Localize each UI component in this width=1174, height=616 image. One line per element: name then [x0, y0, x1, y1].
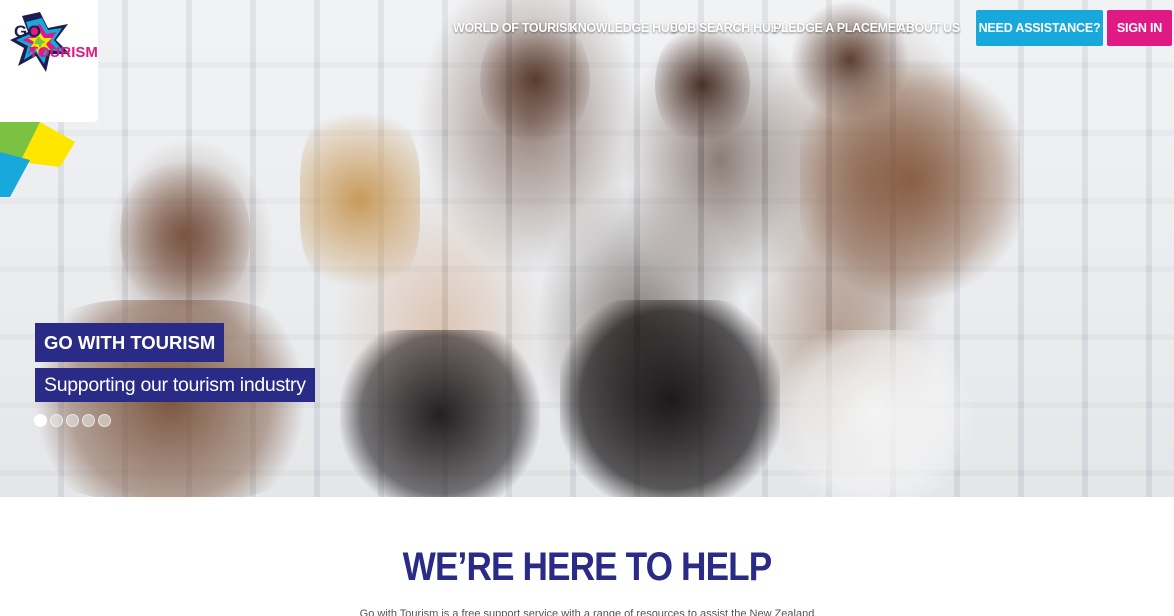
carousel-dot-3[interactable]	[66, 414, 79, 427]
hero-image	[0, 0, 1174, 497]
section-intro: Go with Tourism is a free support servic…	[359, 608, 815, 616]
carousel-dot-2[interactable]	[50, 414, 63, 427]
hero-banner: GO TOURISM WORLD OF TOURISM KNOWLEDGE HU…	[0, 0, 1174, 497]
nav-about-us[interactable]: ABOUT US	[897, 21, 960, 35]
need-assistance-button[interactable]: NEED ASSISTANCE?	[976, 10, 1103, 46]
nav-knowledge-hub[interactable]: KNOWLEDGE HUB	[569, 21, 679, 35]
sign-in-button[interactable]: SIGN IN	[1107, 10, 1172, 46]
logo-text-tourism: TOURISM	[29, 44, 98, 61]
logo-burst-icon	[10, 12, 70, 72]
hero-subheading: Supporting our tourism industry	[35, 368, 315, 402]
section-title: WE’RE HERE TO HELP	[402, 545, 773, 589]
logo-color-decoration	[0, 122, 75, 197]
carousel-dot-1[interactable]	[34, 414, 47, 427]
carousel-dot-5[interactable]	[98, 414, 111, 427]
nav-world-of-tourism[interactable]: WORLD OF TOURISM	[453, 21, 577, 35]
carousel-dot-4[interactable]	[82, 414, 95, 427]
logo-text-go: GO	[14, 22, 42, 41]
site-logo[interactable]: GO TOURISM	[0, 0, 98, 122]
nav-job-search-hub[interactable]: JOB SEARCH HUB	[671, 21, 780, 35]
nav-pledge-a-placement[interactable]: PLEDGE A PLACEMENT	[773, 21, 912, 35]
carousel-dots	[34, 414, 111, 427]
hero-heading: GO WITH TOURISM	[35, 323, 225, 362]
